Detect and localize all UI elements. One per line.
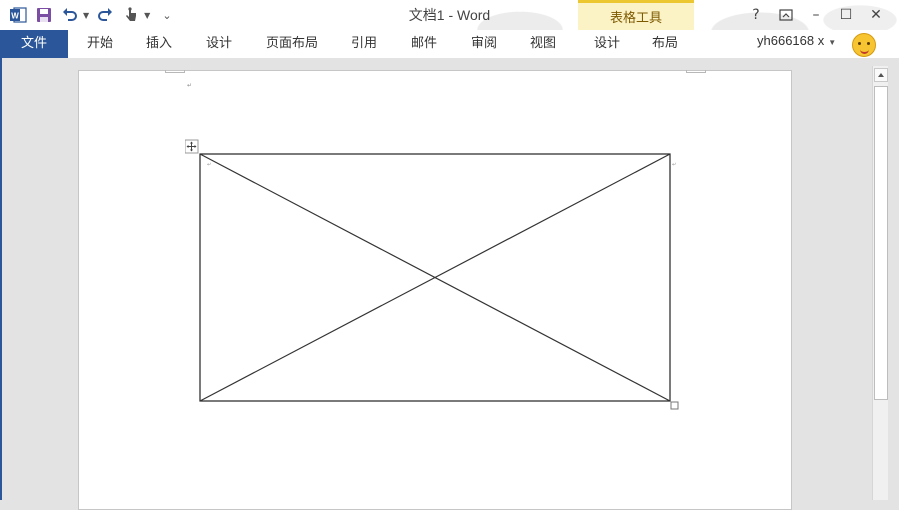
touch-dropdown-icon[interactable]: ▼ — [144, 11, 150, 20]
window-right-edge — [888, 58, 899, 500]
tab-insert[interactable]: 插入 — [137, 30, 181, 58]
word-app-icon[interactable]: W — [8, 5, 28, 25]
table-tools-label: 表格工具 — [609, 11, 662, 26]
cell-end-mark: ↵ — [207, 162, 211, 168]
word-icon-letter: W — [11, 12, 19, 21]
table-move-handle[interactable] — [185, 139, 199, 154]
table-resize-handle[interactable] — [670, 401, 679, 410]
save-icon[interactable] — [34, 5, 54, 25]
paragraph-mark: ↵ — [187, 82, 193, 89]
undo-icon[interactable] — [60, 5, 80, 25]
tab-mailings[interactable]: 邮件 — [402, 30, 446, 58]
window-controls: ? – ☐ ✕ — [743, 4, 889, 26]
tab-design[interactable]: 设计 — [197, 30, 241, 58]
scroll-up-button[interactable] — [874, 68, 888, 82]
restore-button[interactable]: ☐ — [833, 4, 859, 26]
margin-marker-right — [686, 70, 706, 73]
tab-home[interactable]: 开始 — [78, 30, 122, 58]
user-account[interactable]: yh666168 x ▼ — [757, 33, 836, 48]
margin-marker-left — [165, 70, 185, 73]
tab-page-layout[interactable]: 页面布局 — [258, 30, 326, 58]
account-dropdown-icon[interactable]: ▼ — [828, 38, 836, 47]
help-button[interactable]: ? — [743, 4, 769, 26]
row-end-mark: ↵ — [672, 162, 676, 168]
tab-view[interactable]: 视图 — [521, 30, 565, 58]
tab-references[interactable]: 引用 — [342, 30, 386, 58]
scroll-thumb[interactable] — [874, 86, 888, 400]
user-name: yh666168 x — [757, 33, 825, 48]
ribbon-display-options-button[interactable] — [773, 4, 799, 26]
tab-table-design[interactable]: 设计 — [585, 30, 629, 58]
touch-mode-icon[interactable] — [121, 5, 141, 25]
minimize-button[interactable]: – — [803, 4, 829, 26]
quick-access-toolbar: W ▼ ▼ ⌄ — [8, 4, 172, 26]
tab-file[interactable]: 文件 — [0, 30, 68, 58]
close-button[interactable]: ✕ — [863, 4, 889, 26]
undo-dropdown-icon[interactable]: ▼ — [83, 11, 89, 20]
tab-table-layout[interactable]: 布局 — [643, 30, 687, 58]
redo-icon[interactable] — [95, 5, 115, 25]
table-with-diagonals[interactable]: ↵ ↵ — [185, 138, 685, 418]
window-left-border — [0, 58, 2, 500]
customize-qat-icon[interactable]: ⌄ — [162, 9, 171, 22]
vertical-scrollbar[interactable] — [872, 66, 888, 500]
tab-review[interactable]: 审阅 — [462, 30, 506, 58]
avatar[interactable] — [852, 33, 876, 57]
